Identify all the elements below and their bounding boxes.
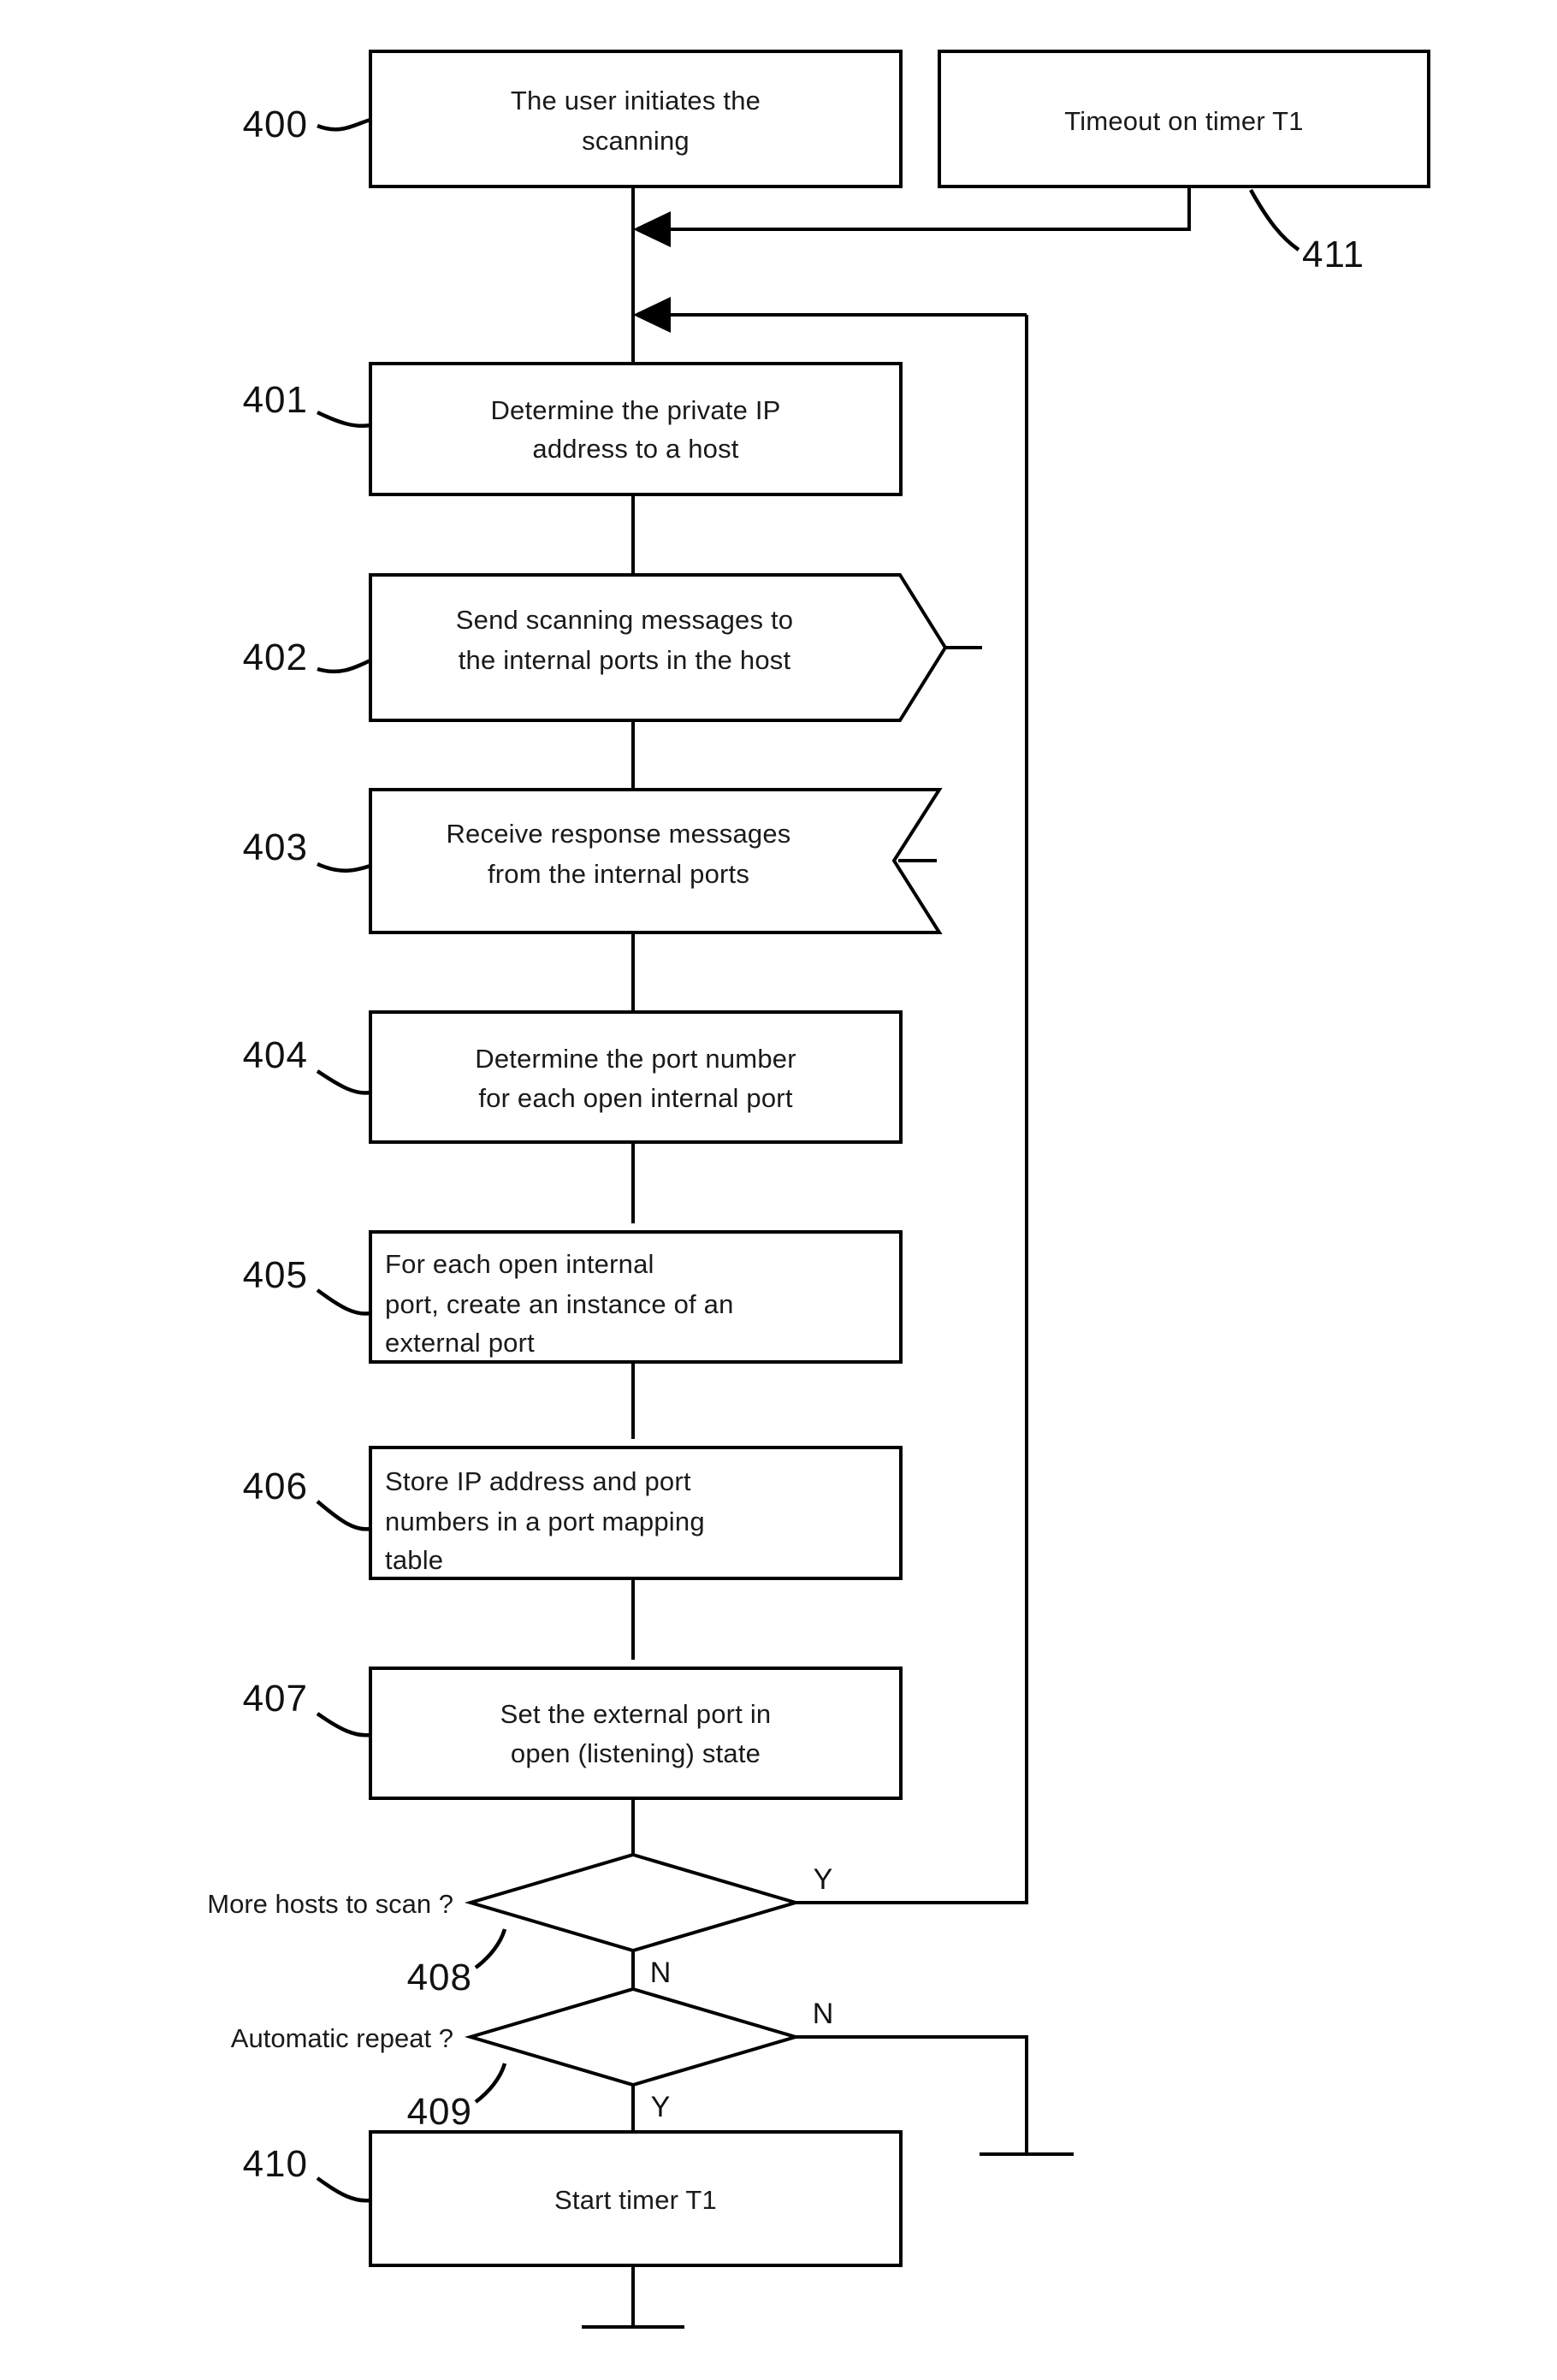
ref-label-409: 409 <box>407 2091 472 2133</box>
leader-401 <box>317 410 371 429</box>
leader-404 <box>316 1069 371 1095</box>
node-406[interactable]: Store IP address and port numbers in a p… <box>243 1446 903 1580</box>
node-402-line-1: Send scanning messages to <box>456 605 793 635</box>
leader-407 <box>316 1712 371 1738</box>
node-404-line-2: for each open internal port <box>478 1083 792 1113</box>
leader-409 <box>474 2063 507 2104</box>
leader-411 <box>1249 188 1300 252</box>
ref-label-407: 407 <box>243 1678 308 1720</box>
ref-label-402: 402 <box>243 636 308 678</box>
arrowhead-408Y-return <box>633 297 671 333</box>
node-408-shape[interactable] <box>464 1852 802 1953</box>
ref-label-400: 400 <box>243 104 308 145</box>
leader-400 <box>317 117 371 132</box>
node-400[interactable]: The user initiates the scanning 400 <box>243 50 903 188</box>
arrowhead-411-return <box>633 211 671 247</box>
node-409-question: Automatic repeat ? <box>231 2023 453 2053</box>
node-403[interactable]: Receive response messages from the inter… <box>243 788 943 934</box>
node-401-shape[interactable] <box>369 362 903 496</box>
leader-402 <box>317 658 371 674</box>
node-404-line-1: Determine the port number <box>475 1044 796 1074</box>
node-409-branch-no: N <box>813 1998 834 2030</box>
node-403-line-2: from the internal ports <box>488 859 749 889</box>
ref-label-404: 404 <box>243 1034 308 1076</box>
node-410-line-1: Start timer T1 <box>554 2185 717 2215</box>
node-406-line-2: numbers in a port mapping <box>385 1507 705 1536</box>
ref-label-405: 405 <box>243 1254 308 1296</box>
node-410[interactable]: Start timer T1 410 <box>243 2130 903 2267</box>
ref-label-410: 410 <box>243 2143 308 2185</box>
ref-label-406: 406 <box>243 1465 308 1507</box>
node-411-line-1: Timeout on timer T1 <box>1064 106 1303 136</box>
node-402-line-2: the internal ports in the host <box>459 645 791 675</box>
node-409-shape[interactable] <box>464 1986 802 2087</box>
leader-406 <box>316 1500 371 1531</box>
leader-410 <box>316 2176 371 2203</box>
node-411[interactable]: Timeout on timer T1 411 <box>938 50 1430 275</box>
node-407-shape[interactable] <box>369 1667 903 1800</box>
node-408[interactable]: More hosts to scan ? Y N 408 <box>207 1852 833 1998</box>
node-407-line-2: open (listening) state <box>511 1738 761 1768</box>
ref-label-401: 401 <box>243 379 308 421</box>
node-400-line-2: scanning <box>582 126 690 156</box>
node-407-line-1: Set the external port in <box>500 1699 772 1729</box>
node-405-line-2: port, create an instance of an <box>385 1289 734 1319</box>
ref-label-403: 403 <box>243 826 308 868</box>
leader-405 <box>316 1288 371 1316</box>
node-408-branch-no: N <box>650 1957 672 1989</box>
node-401[interactable]: Determine the private IP address to a ho… <box>243 362 903 496</box>
node-406-line-1: Store IP address and port <box>385 1466 691 1496</box>
node-400-shape[interactable] <box>369 50 903 188</box>
node-406-line-3: table <box>385 1545 443 1575</box>
node-409-branch-yes: Y <box>651 2091 671 2123</box>
node-408-branch-yes: Y <box>814 1863 833 1896</box>
node-400-line-1: The user initiates the <box>511 86 761 115</box>
node-408-question: More hosts to scan ? <box>207 1889 453 1919</box>
ref-label-411: 411 <box>1302 234 1365 275</box>
node-402[interactable]: Send scanning messages to the internal p… <box>243 573 948 722</box>
ref-label-408: 408 <box>407 1957 472 1998</box>
node-405[interactable]: For each open internal port, create an i… <box>243 1230 903 1364</box>
flowchart-svg: The user initiates the scanning 400 Time… <box>207 50 1430 2329</box>
node-403-line-1: Receive response messages <box>446 819 790 849</box>
node-405-line-1: For each open internal <box>385 1249 654 1279</box>
node-401-line-1: Determine the private IP <box>490 395 780 425</box>
leader-403 <box>317 861 371 873</box>
leader-408 <box>474 1928 507 1969</box>
flowchart-canvas: The user initiates the scanning 400 Time… <box>0 0 1557 2380</box>
node-409[interactable]: Automatic repeat ? N Y 409 <box>231 1986 834 2133</box>
node-404-shape[interactable] <box>369 1010 903 1144</box>
node-405-line-3: external port <box>385 1328 535 1358</box>
connector-411-return <box>650 186 1191 231</box>
node-401-line-2: address to a host <box>532 434 738 464</box>
node-404[interactable]: Determine the port number for each open … <box>243 1010 903 1144</box>
node-407[interactable]: Set the external port in open (listening… <box>243 1667 903 1800</box>
